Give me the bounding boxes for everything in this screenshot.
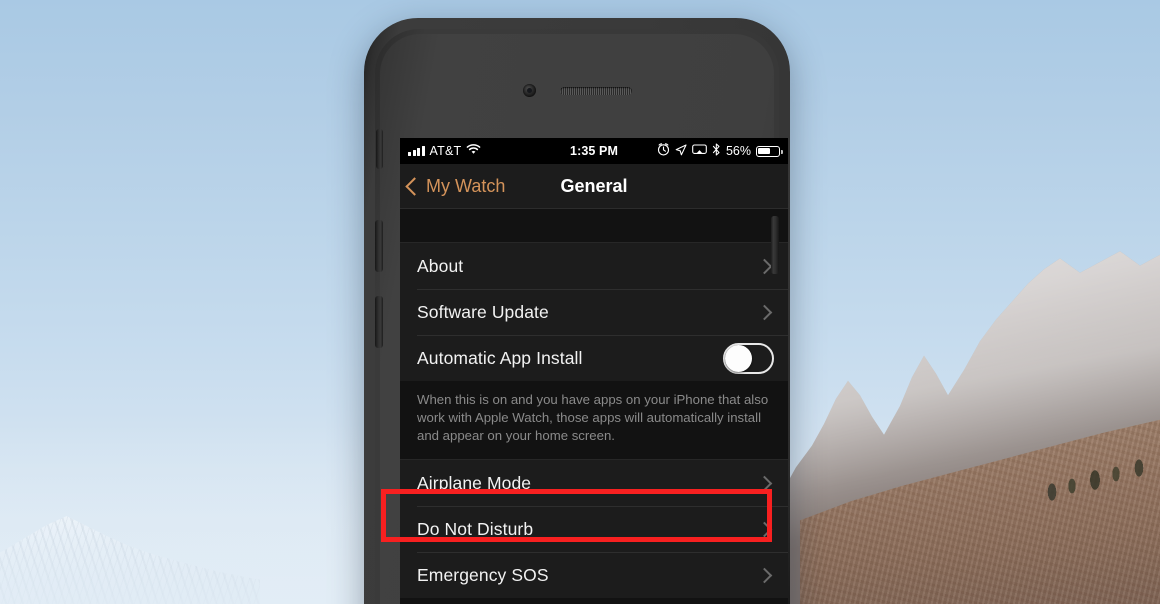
list-item-label: Airplane Mode: [417, 472, 532, 493]
chevron-right-icon: [756, 567, 773, 583]
settings-list: About Software Update Automatic App Inst…: [400, 209, 788, 604]
section-system-footer: When this is on and you have apps on you…: [400, 381, 788, 460]
battery-percent-label: 56%: [725, 144, 751, 158]
phone-screen: AT&T 1:35 PM 56% My Watch General About …: [400, 138, 788, 604]
status-bar: AT&T 1:35 PM 56%: [400, 138, 788, 164]
battery-fill: [758, 147, 771, 155]
list-item-automatic-app-install[interactable]: Automatic App Install: [400, 335, 788, 381]
section-system: About Software Update Automatic App Inst…: [400, 243, 788, 381]
power-button[interactable]: [771, 216, 779, 274]
battery-icon: [756, 145, 783, 157]
list-top-spacer: [400, 209, 788, 243]
chevron-right-icon: [756, 521, 773, 537]
cellular-signal-icon: [408, 146, 425, 156]
section-modes: Airplane Mode Do Not Disturb Emergency S…: [400, 460, 788, 598]
chevron-right-icon: [756, 258, 773, 274]
list-bottom-spacer: [400, 598, 788, 604]
background-haze: [0, 424, 420, 604]
chevron-right-icon: [756, 304, 773, 320]
iphone-device: AT&T 1:35 PM 56% My Watch General About …: [364, 18, 790, 604]
status-bar-right: 56%: [657, 143, 783, 159]
background-conifer-trees: [1040, 452, 1160, 508]
screenshot-stage: AT&T 1:35 PM 56% My Watch General About …: [0, 0, 1160, 604]
screen-mirroring-icon: [692, 143, 707, 159]
list-item-airplane-mode[interactable]: Airplane Mode: [400, 460, 788, 506]
automatic-app-install-toggle[interactable]: [723, 342, 774, 374]
front-camera-lens: [527, 88, 532, 93]
carrier-label: AT&T: [429, 144, 462, 158]
chevron-left-icon: [405, 176, 424, 196]
back-button-label: My Watch: [426, 175, 506, 196]
earpiece-speaker-icon: [560, 87, 632, 95]
list-item-do-not-disturb[interactable]: Do Not Disturb: [400, 506, 788, 552]
location-arrow-icon: [675, 143, 687, 159]
list-item-software-update[interactable]: Software Update: [400, 289, 788, 335]
toggle-knob: [725, 344, 752, 372]
chevron-right-icon: [756, 475, 773, 491]
back-button[interactable]: My Watch: [400, 175, 511, 198]
wifi-icon: [466, 144, 481, 158]
list-item-about[interactable]: About: [400, 243, 788, 289]
status-bar-left: AT&T: [408, 144, 481, 158]
list-item-emergency-sos[interactable]: Emergency SOS: [400, 552, 788, 598]
navigation-bar: My Watch General: [400, 164, 788, 209]
list-item-label: Software Update: [417, 301, 549, 322]
alarm-icon: [657, 143, 670, 159]
volume-up-button[interactable]: [375, 220, 383, 272]
front-camera-icon: [523, 84, 536, 97]
list-item-label: Emergency SOS: [417, 564, 549, 585]
phone-front-face: AT&T 1:35 PM 56% My Watch General About …: [375, 34, 788, 604]
list-item-label: About: [417, 255, 464, 276]
list-item-label: Automatic App Install: [417, 347, 583, 368]
bluetooth-icon: [712, 143, 721, 159]
list-item-label: Do Not Disturb: [417, 518, 534, 539]
mute-switch[interactable]: [376, 129, 383, 169]
volume-down-button[interactable]: [375, 296, 383, 348]
